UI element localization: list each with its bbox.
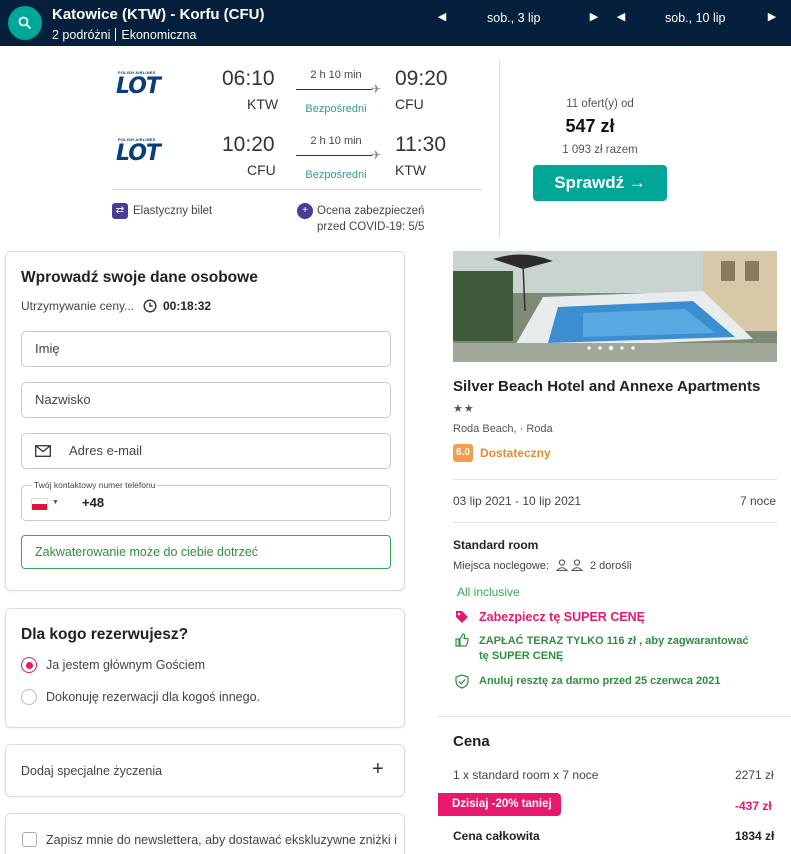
promo-super-price: Zabezpiecz tę SUPER CENĘ [479, 610, 646, 624]
shield-check-icon [455, 674, 469, 689]
price-line-label: 1 x standard room x 7 noce [453, 768, 599, 782]
inbound-duration: 2 h 10 min [310, 135, 362, 147]
hotel-photo[interactable] [453, 251, 777, 362]
booking-for-title: Dla kogo rezerwujesz? [21, 626, 189, 643]
phone-prefix: +48 [82, 495, 105, 510]
price-hold: Utrzymywanie ceny... [21, 299, 135, 313]
first-name-field[interactable]: Imię [21, 331, 391, 367]
prev-depart-date-icon[interactable]: ◀ [437, 10, 447, 24]
flight-price: 547 zł [565, 116, 615, 136]
phone-label: Twój kontaktowy numer telefonu [32, 479, 158, 491]
outbound-arr-code: CFU [395, 96, 424, 112]
divider [112, 189, 482, 190]
hotel-stars: ★★ [453, 403, 475, 415]
depart-date[interactable]: sob., 3 lip [487, 10, 541, 26]
radio-other[interactable] [21, 689, 37, 705]
route-title: Katowice (KTW) - Korfu (CFU) [52, 6, 265, 23]
price-title: Cena [453, 733, 490, 750]
thumbs-up-icon [455, 633, 469, 647]
price-line-value: 2271 zł [735, 768, 774, 782]
special-requests-card[interactable]: Dodaj specjalne życzenia + [5, 744, 405, 797]
inbound-dep-time: 10:20 [222, 133, 275, 156]
inbound-arr-time: 11:30 [395, 133, 446, 156]
stay-dates: 03 lip 2021 - 10 lip 2021 [453, 494, 582, 508]
hotel-location: Roda Beach, · Roda [453, 423, 553, 435]
newsletter-checkbox[interactable] [22, 832, 37, 847]
newsletter-label[interactable]: Zapisz mnie do newslettera, aby dostawać… [46, 833, 397, 847]
price-breakdown: Cena 1 x standard room x 7 noce 2271 zł … [437, 716, 791, 854]
phone-hint: Zakwaterowanie może do ciebie dotrzeć [21, 535, 391, 569]
clock-icon [143, 299, 157, 313]
offers-count: 11 ofert(y) od [566, 98, 634, 110]
envelope-icon [35, 445, 51, 457]
last-name-field[interactable]: Nazwisko [21, 382, 391, 418]
personal-data-title: Wprowadź swoje dane osobowe [21, 269, 258, 286]
total-label: Cena całkowita [453, 829, 540, 843]
radio-self-label[interactable]: Ja jestem głównym Gościem [46, 658, 205, 672]
inbound-arr-code: KTW [395, 162, 427, 178]
divider [453, 522, 777, 523]
check-flight-button[interactable]: Sprawdź → [533, 165, 667, 201]
guests-icon [556, 559, 584, 571]
board-type: All inclusive [457, 585, 520, 599]
rating-badge: 6.0 [453, 444, 473, 462]
hotel-name[interactable]: Silver Beach Hotel and Annexe Apartments [453, 378, 760, 395]
outbound-dep-code: KTW [247, 96, 279, 112]
plane-icon: ✈ [371, 82, 382, 96]
next-depart-date-icon[interactable]: ▶ [589, 10, 599, 24]
guests-count: 2 dorośli [590, 560, 632, 572]
airline-logo: POLISH AIRLINES LOT [116, 137, 161, 166]
flight-price-total: 1 093 zł razem [562, 144, 638, 156]
outbound-route-line [296, 89, 372, 90]
radio-self[interactable] [21, 657, 37, 673]
promo-free-cancel: Anuluj resztę za darmo przed 25 czerwca … [479, 675, 721, 687]
personal-data-card: Wprowadź swoje dane osobowe Utrzymywanie… [5, 251, 405, 591]
flexible-ticket-icon: ⇄ [112, 203, 128, 219]
chevron-down-icon[interactable]: ▼ [52, 486, 59, 520]
poland-flag-icon[interactable] [31, 498, 48, 510]
search-icon [18, 16, 32, 30]
price-hold-timer: 00:18:32 [163, 299, 212, 313]
outbound-arr-time: 09:20 [395, 67, 448, 90]
plus-icon[interactable]: + [372, 758, 384, 781]
email-field[interactable]: Adres e-mail [21, 433, 391, 469]
newsletter-card: Zapisz mnie do newslettera, aby dostawać… [5, 813, 405, 854]
discount-value: -437 zł [735, 799, 772, 813]
room-type: Standard room [453, 538, 539, 552]
phone-field[interactable]: Twój kontaktowy numer telefonu ▼ +48 [21, 479, 391, 521]
shield-icon: + [297, 203, 313, 219]
rating-label: Dostateczny [480, 446, 551, 460]
travellers-count: 2 podróżni [52, 28, 111, 42]
outbound-dep-time: 06:10 [222, 67, 275, 90]
tag-icon [456, 611, 468, 623]
discount-badge: Dzisiaj -20% taniej [438, 793, 561, 816]
divider [499, 60, 500, 238]
stay-nights: 7 noce [740, 494, 777, 508]
promo-pay-now: ZAPŁAĆ TERAZ TYLKO 116 zł , aby zagwaran… [479, 635, 749, 662]
search-button[interactable] [8, 6, 42, 40]
cabin-class: Ekonomiczna [121, 28, 197, 42]
next-return-date-icon[interactable]: ▶ [767, 10, 777, 24]
special-requests-label[interactable]: Dodaj specjalne życzenia [21, 764, 162, 778]
inbound-stops: Bezpośredni [305, 169, 367, 181]
booking-for-card: Dla kogo rezerwujesz? Ja jestem głównym … [5, 608, 405, 728]
total-value: 1834 zł [735, 829, 775, 843]
search-summary-bar: Katowice (KTW) - Korfu (CFU) 2 podróżni E… [0, 0, 791, 46]
plane-icon: ✈ [371, 148, 382, 162]
search-details: 2 podróżni Ekonomiczna [52, 28, 196, 42]
return-date[interactable]: sob., 10 lip [665, 10, 725, 26]
prev-return-date-icon[interactable]: ◀ [616, 10, 626, 24]
divider [453, 479, 777, 480]
inbound-route-line [296, 155, 372, 156]
outbound-duration: 2 h 10 min [310, 69, 362, 81]
outbound-stops: Bezpośredni [305, 103, 367, 115]
covid-rating: Ocena zabezpieczeń przed COVID-19: 5/5 [317, 205, 425, 233]
flexible-ticket-label: Elastyczny bilet [133, 205, 213, 217]
hotel-pool-image [453, 251, 777, 362]
radio-other-label[interactable]: Dokonuję rezerwacji dla kogoś innego. [46, 690, 260, 704]
airline-logo: POLISH AIRLINES LOT [116, 70, 161, 99]
flight-summary: POLISH AIRLINES LOT 06:10 KTW 2 h 10 min… [0, 46, 791, 240]
beds-label: Miejsca noclegowe: [453, 560, 549, 572]
inbound-dep-code: CFU [247, 162, 276, 178]
